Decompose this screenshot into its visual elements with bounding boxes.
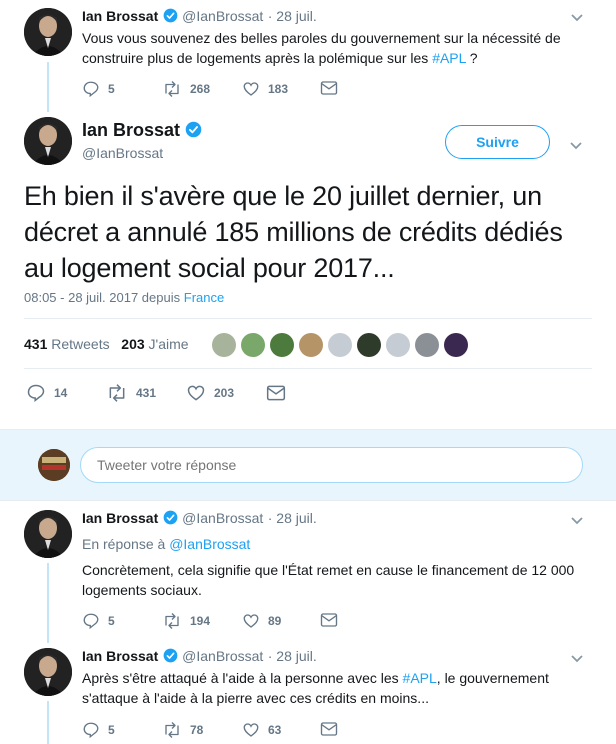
thread-line	[47, 62, 49, 112]
verified-icon	[163, 510, 178, 530]
reply-icon	[83, 81, 99, 98]
thread-line	[47, 563, 49, 643]
avatar[interactable]	[24, 117, 72, 165]
reply-button[interactable]: 14	[26, 383, 67, 403]
main-tweet-header: Ian Brossat	[82, 120, 202, 143]
dm-button[interactable]	[320, 721, 338, 737]
hashtag-link[interactable]: #APL	[403, 670, 437, 686]
like-icon	[243, 614, 259, 628]
reply-button[interactable]: 5	[82, 80, 115, 98]
chevron-down-icon[interactable]	[569, 138, 583, 156]
like-icon	[187, 385, 205, 401]
like-stat[interactable]: 203 J'aime	[121, 336, 188, 352]
verified-icon	[163, 8, 178, 28]
retweet-icon	[165, 722, 179, 738]
liker-avatar[interactable]	[299, 333, 323, 357]
author-handle[interactable]: @IanBrossat	[82, 145, 163, 161]
chevron-down-icon[interactable]	[570, 10, 584, 28]
liker-avatar[interactable]	[328, 333, 352, 357]
retweet-button[interactable]: 194	[162, 612, 210, 630]
liker-avatar[interactable]	[357, 333, 381, 357]
divider	[24, 318, 592, 319]
liker-avatar[interactable]	[241, 333, 265, 357]
hashtag-link[interactable]: #APL	[432, 50, 466, 66]
dm-icon	[320, 722, 338, 736]
reply-icon	[27, 384, 45, 403]
avatar[interactable]	[24, 648, 72, 696]
tweet-date[interactable]: · 28 juil.	[268, 648, 317, 664]
liker-avatar[interactable]	[415, 333, 439, 357]
liker-avatar[interactable]	[270, 333, 294, 357]
like-icon	[243, 723, 259, 737]
tweet-text: Vous vous souvenez des belles paroles du…	[82, 30, 561, 66]
reply-handle-link[interactable]: @IanBrossat	[169, 536, 250, 552]
tweet-timestamp: 08:05 - 28 juil. 2017 depuis France	[24, 290, 225, 305]
user-avatar[interactable]	[38, 449, 70, 481]
retweet-button[interactable]: 268	[162, 80, 210, 98]
dm-icon	[320, 613, 338, 627]
main-tweet-text: Eh bien il s'avère que le 20 juillet der…	[24, 181, 563, 283]
like-button[interactable]: 63	[242, 721, 281, 739]
tweet-text: Concrètement, cela signifie que l'État r…	[82, 562, 575, 598]
author-name[interactable]: Ian Brossat	[82, 648, 158, 664]
author-name[interactable]: Ian Brossat	[82, 510, 158, 526]
tweet-date[interactable]: · 28 juil.	[268, 510, 317, 526]
follow-button[interactable]: Suivre	[445, 125, 550, 159]
dm-button[interactable]	[266, 384, 286, 402]
liker-avatar[interactable]	[386, 333, 410, 357]
reply-button[interactable]: 5	[82, 612, 115, 630]
retweet-icon	[165, 81, 179, 97]
verified-icon	[185, 121, 202, 143]
tweet-stats: 431 Retweets 203 J'aime	[24, 336, 189, 352]
tweet-date[interactable]: · 28 juil.	[268, 8, 317, 24]
author-handle[interactable]: @IanBrossat	[182, 648, 263, 664]
avatar[interactable]	[24, 8, 72, 56]
avatar[interactable]	[24, 510, 72, 558]
retweet-button[interactable]: 431	[106, 383, 156, 403]
like-icon	[243, 82, 259, 96]
dm-icon	[320, 81, 338, 95]
in-reply-to: En réponse à @IanBrossat	[82, 536, 251, 552]
reply-button[interactable]: 5	[82, 721, 115, 739]
dm-button[interactable]	[320, 612, 338, 628]
reply-icon	[83, 613, 99, 630]
tweet-header: Ian Brossat @IanBrossat · 28 juil.	[82, 8, 317, 28]
author-name[interactable]: Ian Brossat	[82, 8, 158, 24]
tweet-header: Ian Brossat @IanBrossat · 28 juil.	[82, 510, 317, 530]
tweet-text: Après s'être attaqué à l'aide à la perso…	[82, 670, 549, 706]
tweet-header: Ian Brossat @IanBrossat · 28 juil.	[82, 648, 317, 668]
location-link[interactable]: France	[184, 290, 224, 305]
verified-icon	[163, 648, 178, 668]
reply-input[interactable]	[80, 447, 583, 483]
author-handle[interactable]: @IanBrossat	[182, 510, 263, 526]
chevron-down-icon[interactable]	[570, 513, 584, 531]
chevron-down-icon[interactable]	[570, 651, 584, 669]
retweet-icon	[109, 384, 125, 402]
retweet-button[interactable]: 78	[162, 721, 203, 739]
thread-line	[47, 701, 49, 744]
retweet-stat[interactable]: 431 Retweets	[24, 336, 110, 352]
author-handle[interactable]: @IanBrossat	[182, 8, 263, 24]
dm-icon	[266, 385, 286, 401]
divider	[24, 368, 592, 369]
liker-avatar[interactable]	[444, 333, 468, 357]
dm-button[interactable]	[320, 80, 338, 96]
reply-icon	[83, 722, 99, 739]
liker-avatar[interactable]	[212, 333, 236, 357]
like-button[interactable]: 183	[242, 80, 288, 98]
retweet-icon	[165, 613, 179, 629]
like-button[interactable]: 89	[242, 612, 281, 630]
author-name[interactable]: Ian Brossat	[82, 120, 180, 140]
like-button[interactable]: 203	[186, 383, 234, 403]
